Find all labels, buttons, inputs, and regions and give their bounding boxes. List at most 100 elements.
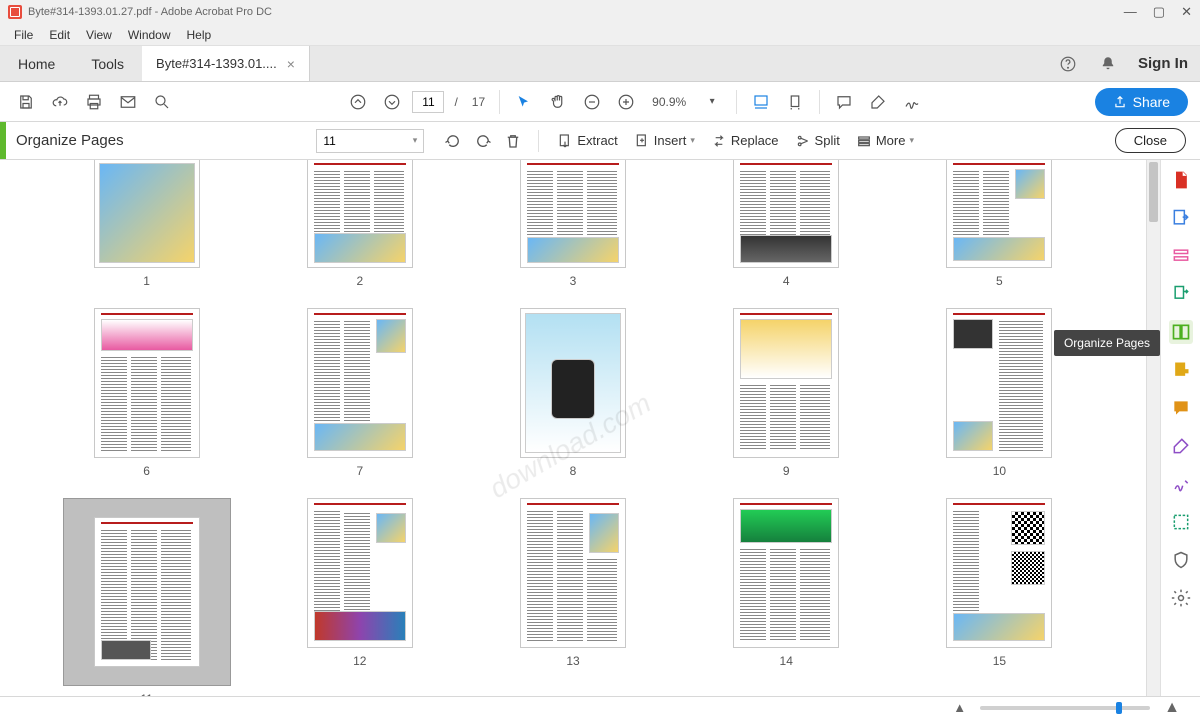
export-pdf-icon[interactable]	[1169, 206, 1193, 230]
fit-page-icon[interactable]	[781, 88, 809, 116]
chevron-down-icon: ▾	[909, 135, 914, 146]
vertical-scrollbar[interactable]	[1146, 160, 1160, 696]
page-range-value: 11	[323, 134, 335, 148]
replace-button[interactable]: Replace	[703, 129, 787, 153]
split-button[interactable]: Split	[787, 129, 848, 153]
page-thumbnail[interactable]: 2	[273, 164, 446, 288]
zoom-in-icon[interactable]	[612, 88, 640, 116]
edit-pdf-icon[interactable]	[1169, 244, 1193, 268]
thumbnail-large-icon[interactable]: ▲	[1164, 699, 1180, 717]
page-up-icon[interactable]	[344, 88, 372, 116]
document-tab[interactable]: Byte#314-1393.01.... ×	[142, 46, 310, 81]
thumbnail-small-icon[interactable]: ▲	[953, 700, 966, 715]
minimize-button[interactable]: —	[1124, 4, 1137, 20]
share-button[interactable]: Share	[1095, 88, 1188, 116]
close-tab-icon[interactable]: ×	[287, 56, 295, 72]
page-number-label: 15	[993, 654, 1006, 668]
page-number-label: 5	[996, 274, 1003, 288]
protect-icon[interactable]	[1169, 548, 1193, 572]
page-thumbnail[interactable]: 7	[273, 308, 446, 478]
close-window-button[interactable]: ✕	[1181, 4, 1192, 20]
menu-window[interactable]: Window	[120, 26, 179, 44]
thumbnail-size-slider[interactable]	[980, 706, 1150, 710]
menu-bar: File Edit View Window Help	[0, 24, 1200, 46]
organize-pages-toolbar: Organize Pages 11 ▾ Extract Insert ▾ Rep…	[0, 122, 1200, 160]
window-controls: — ▢ ✕	[1124, 4, 1192, 20]
page-thumbnail[interactable]: 9	[700, 308, 873, 478]
title-bar: Byte#314-1393.01.27.pdf - Adobe Acrobat …	[0, 0, 1200, 24]
page-number-input[interactable]	[412, 91, 444, 113]
create-pdf-icon[interactable]	[1169, 168, 1193, 192]
search-icon[interactable]	[148, 88, 176, 116]
slider-knob[interactable]	[1116, 702, 1122, 714]
scrollbar-thumb[interactable]	[1149, 162, 1158, 222]
delete-icon[interactable]	[500, 128, 526, 154]
page-number-label: 2	[356, 274, 363, 288]
page-total: 17	[472, 95, 485, 109]
page-thumbnail-selected[interactable]: 11	[60, 498, 233, 696]
comment-tool-icon[interactable]	[1169, 396, 1193, 420]
fill-sign-icon[interactable]	[1169, 434, 1193, 458]
page-down-icon[interactable]	[378, 88, 406, 116]
sign-icon[interactable]	[898, 88, 926, 116]
organize-pages-icon[interactable]	[1169, 320, 1193, 344]
page-thumbnail[interactable]: 3	[486, 164, 659, 288]
page-thumbnail[interactable]: 12	[273, 498, 446, 696]
chevron-down-icon: ▾	[413, 135, 418, 146]
zoom-out-icon[interactable]	[578, 88, 606, 116]
zoom-dropdown-icon[interactable]: ▾	[698, 88, 726, 116]
tab-tools[interactable]: Tools	[73, 46, 142, 81]
save-icon[interactable]	[12, 88, 40, 116]
right-tool-rail: Organize Pages	[1160, 160, 1200, 696]
more-tools-icon[interactable]	[1169, 586, 1193, 610]
combine-files-icon[interactable]	[1169, 282, 1193, 306]
zoom-level: 90.9%	[652, 95, 686, 109]
insert-button[interactable]: Insert ▾	[626, 129, 703, 153]
page-grid-area: 1 2 3 4 5 6 7 8 9 10 11 12 13 14 15 down…	[0, 160, 1146, 696]
tab-home[interactable]: Home	[0, 46, 73, 81]
page-thumbnail[interactable]: 8	[486, 308, 659, 478]
rotate-right-icon[interactable]	[470, 128, 496, 154]
page-thumbnail[interactable]: 15	[913, 498, 1086, 696]
redact-icon[interactable]	[1169, 358, 1193, 382]
page-thumbnail[interactable]: 1	[60, 164, 233, 288]
page-thumbnail[interactable]: 6	[60, 308, 233, 478]
extract-button[interactable]: Extract	[549, 129, 625, 153]
page-range-dropdown[interactable]: 11 ▾	[316, 129, 424, 153]
page-number-label: 4	[783, 274, 790, 288]
menu-help[interactable]: Help	[179, 26, 220, 44]
help-icon[interactable]	[1058, 54, 1078, 74]
highlight-icon[interactable]	[864, 88, 892, 116]
sign-in-link[interactable]: Sign In	[1138, 55, 1188, 72]
menu-file[interactable]: File	[6, 26, 41, 44]
print-icon[interactable]	[80, 88, 108, 116]
chevron-down-icon: ▾	[690, 135, 695, 146]
page-thumbnail[interactable]: 13	[486, 498, 659, 696]
page-thumbnail[interactable]: 4	[700, 164, 873, 288]
document-tab-label: Byte#314-1393.01....	[156, 56, 277, 71]
more-button[interactable]: More ▾	[848, 129, 922, 153]
page-number-label: 1	[143, 274, 150, 288]
optimize-pdf-icon[interactable]	[1169, 510, 1193, 534]
window-title: Byte#314-1393.01.27.pdf - Adobe Acrobat …	[28, 6, 272, 18]
hand-tool-icon[interactable]	[544, 88, 572, 116]
prepare-form-icon[interactable]	[1169, 472, 1193, 496]
maximize-button[interactable]: ▢	[1153, 4, 1165, 20]
fit-width-icon[interactable]	[747, 88, 775, 116]
close-organize-button[interactable]: Close	[1115, 128, 1186, 153]
insert-label: Insert	[654, 133, 687, 148]
page-number-label: 13	[566, 654, 579, 668]
notifications-icon[interactable]	[1098, 54, 1118, 74]
split-label: Split	[815, 133, 840, 148]
selection-tool-icon[interactable]	[510, 88, 538, 116]
rotate-left-icon[interactable]	[440, 128, 466, 154]
cloud-upload-icon[interactable]	[46, 88, 74, 116]
page-thumbnail[interactable]: 5	[913, 164, 1086, 288]
comment-icon[interactable]	[830, 88, 858, 116]
page-thumbnail[interactable]: 14	[700, 498, 873, 696]
share-label: Share	[1133, 94, 1170, 110]
organize-indicator	[0, 122, 6, 159]
menu-view[interactable]: View	[78, 26, 120, 44]
menu-edit[interactable]: Edit	[41, 26, 78, 44]
email-icon[interactable]	[114, 88, 142, 116]
